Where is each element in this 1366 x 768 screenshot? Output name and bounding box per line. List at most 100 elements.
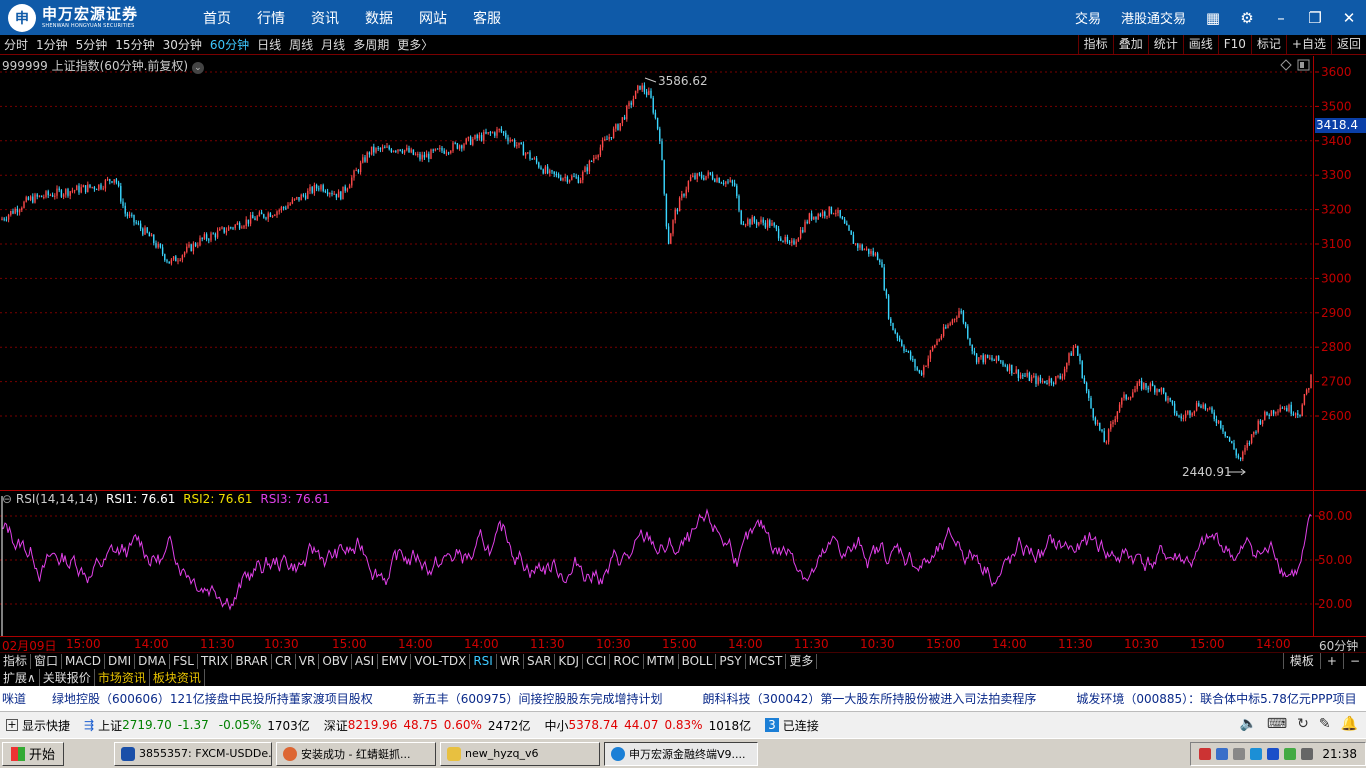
ext-related-quotes[interactable]: 关联报价	[40, 669, 95, 686]
taskbar-item-active[interactable]: 申万宏源金融终端V9....	[604, 741, 759, 766]
chevron-down-icon[interactable]: ⌄	[191, 62, 204, 74]
tool-draw[interactable]: 画线	[1182, 35, 1218, 54]
speaker-icon[interactable]: 🔈	[1239, 716, 1256, 732]
rsi-toggle-icon[interactable]: ⊖	[2, 492, 12, 506]
period-more[interactable]: 更多〉	[393, 36, 437, 53]
nav-site[interactable]: 网站	[406, 8, 460, 28]
rsi-pane[interactable]	[0, 491, 1314, 636]
indicator-tab-sar[interactable]: SAR	[524, 653, 556, 669]
ext-toggle[interactable]: 扩展∧	[0, 669, 40, 686]
taskbar-item[interactable]: 3855357: FXCM-USDDe...	[114, 741, 273, 766]
keyboard-icon[interactable]: ⌨	[1267, 716, 1287, 732]
ext-sector-news[interactable]: 板块资讯	[150, 669, 205, 686]
indicator-tab-指标[interactable]: 指标	[0, 653, 32, 669]
period-tab[interactable]: 分时	[0, 36, 32, 53]
indicator-tab-trix[interactable]: TRIX	[198, 653, 233, 669]
nav-quotes[interactable]: 行情	[244, 8, 298, 28]
tool-stats[interactable]: 统计	[1147, 35, 1183, 54]
indicator-tab-dma[interactable]: DMA	[135, 653, 170, 669]
indicator-tab-mtm[interactable]: MTM	[644, 653, 679, 669]
tool-mark[interactable]: 标记	[1250, 35, 1286, 54]
price-chart[interactable]	[0, 56, 1314, 490]
start-button[interactable]: 开始	[2, 741, 65, 766]
period-tab[interactable]: 1分钟	[32, 36, 72, 53]
tray-icon[interactable]	[1250, 748, 1263, 760]
indicator-tab-dmi[interactable]: DMI	[105, 653, 136, 669]
tray-icon[interactable]	[1216, 748, 1229, 760]
indicator-tab-kdj[interactable]: KDJ	[555, 653, 584, 669]
indicator-tab-cci[interactable]: CCI	[583, 653, 611, 669]
tray-icon[interactable]	[1233, 748, 1246, 760]
period-tab[interactable]: 周线	[285, 36, 317, 53]
candle-body	[148, 232, 151, 237]
gear-icon[interactable]: ⚙	[1230, 9, 1264, 27]
refresh-icon[interactable]: ↻	[1297, 716, 1309, 732]
indicator-tab-vol-tdx[interactable]: VOL-TDX	[411, 653, 471, 669]
rsi-chart[interactable]	[0, 491, 1314, 636]
indicator-tab-emv[interactable]: EMV	[378, 653, 412, 669]
price-chart-pane[interactable]	[0, 56, 1314, 490]
bluetooth-icon[interactable]	[1267, 748, 1280, 760]
indicator-tab-roc[interactable]: ROC	[610, 653, 644, 669]
nav-news[interactable]: 资讯	[298, 8, 352, 28]
indicator-tab-fsl[interactable]: FSL	[170, 653, 198, 669]
candle-body	[641, 85, 643, 90]
tray-icon[interactable]	[1301, 748, 1314, 760]
indicator-tab-obv[interactable]: OBV	[319, 653, 352, 669]
nav-data[interactable]: 数据	[352, 8, 406, 28]
indicator-tab-asi[interactable]: ASI	[352, 653, 379, 669]
indicator-tab-brar[interactable]: BRAR	[232, 653, 273, 669]
tool-f10[interactable]: F10	[1217, 35, 1251, 54]
nav-home[interactable]: 首页	[190, 8, 244, 28]
tool-indicator[interactable]: 指标	[1077, 35, 1113, 54]
minimize-icon[interactable]: –	[1264, 9, 1298, 27]
tool-add-watchlist[interactable]: +自选	[1285, 35, 1331, 54]
nav-service[interactable]: 客服	[460, 8, 514, 28]
candle-body	[1204, 404, 1207, 410]
period-tab[interactable]: 5分钟	[72, 36, 112, 53]
tray-icon[interactable]	[1199, 748, 1212, 760]
candle-body	[293, 198, 296, 200]
close-icon[interactable]: ✕	[1332, 9, 1366, 27]
period-tab[interactable]: 日线	[253, 36, 285, 53]
indicator-tab-psy[interactable]: PSY	[716, 653, 746, 669]
grid-icon[interactable]: ▦	[1196, 9, 1230, 27]
bell-icon[interactable]: 🔔	[1341, 716, 1358, 732]
candle-body	[764, 222, 767, 228]
indicator-tab-macd[interactable]: MACD	[62, 653, 106, 669]
add-pane-button[interactable]: +	[1319, 653, 1343, 670]
period-tab[interactable]: 月线	[317, 36, 349, 53]
restore-icon[interactable]: ❐	[1298, 9, 1332, 27]
indicator-tab-cr[interactable]: CR	[272, 653, 296, 669]
indicator-tab-rsi[interactable]: RSI	[470, 653, 497, 669]
period-tab[interactable]: 多周期	[349, 36, 393, 53]
tool-back[interactable]: 返回	[1330, 35, 1366, 54]
news-item[interactable]: 朗科科技（300042）第一大股东所持股份被进入司法拍卖程序	[703, 690, 1037, 707]
trade-link[interactable]: 交易	[1065, 8, 1111, 27]
indicator-tab-更多[interactable]: 更多	[786, 653, 818, 669]
indicator-tab-vr[interactable]: VR	[296, 653, 320, 669]
taskbar-item[interactable]: 安装成功 - 红蜻蜓抓...	[276, 741, 437, 766]
tool-overlay[interactable]: 叠加	[1112, 35, 1148, 54]
period-tab-active[interactable]: 60分钟	[206, 36, 253, 53]
news-item[interactable]: 新五丰（600975）间接控股股东完成增持计划	[413, 690, 663, 707]
news-item[interactable]: 咪道	[2, 690, 26, 707]
period-tab[interactable]: 15分钟	[111, 36, 158, 53]
news-item[interactable]: 城发环境（000885）：联合体中标5.78亿元PPP项目	[1076, 690, 1356, 707]
indicator-tab-mcst[interactable]: MCST	[746, 653, 787, 669]
taskbar-item[interactable]: new_hyzq_v6	[440, 741, 601, 766]
hk-trade-link[interactable]: 港股通交易	[1111, 8, 1196, 27]
ext-market-news[interactable]: 市场资讯	[95, 669, 150, 686]
indicator-tab-wr[interactable]: WR	[497, 653, 525, 669]
tray-icon[interactable]	[1284, 748, 1297, 760]
plus-icon[interactable]: +	[6, 719, 18, 731]
news-item[interactable]: 绿地控股（600606）121亿接盘中民投所持董家渡项目股权	[52, 690, 373, 707]
period-tab[interactable]: 30分钟	[159, 36, 206, 53]
remove-pane-button[interactable]: −	[1342, 653, 1366, 670]
tools-icon[interactable]: ✎	[1319, 716, 1331, 732]
template-button[interactable]: 模板	[1282, 653, 1320, 670]
indicator-tab-boll[interactable]: BOLL	[679, 653, 717, 669]
indicator-tab-窗口[interactable]: 窗口	[31, 653, 63, 669]
show-shortcut[interactable]: 显示快捷	[22, 717, 70, 734]
candle-body	[287, 205, 289, 209]
